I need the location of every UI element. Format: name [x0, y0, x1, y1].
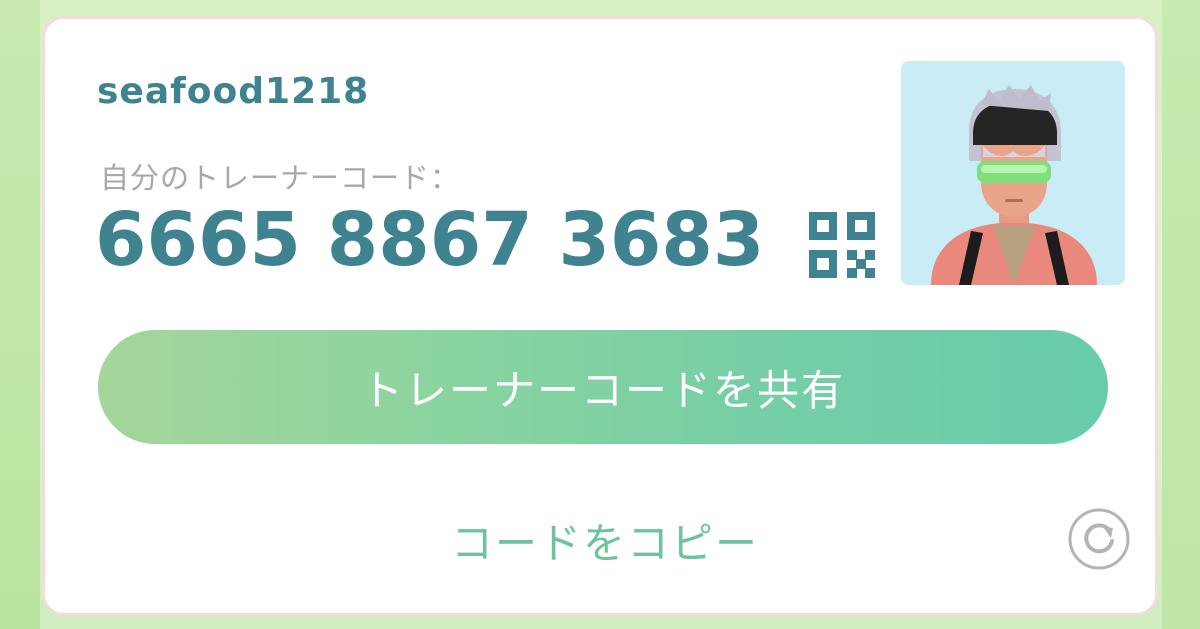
- qr-code-icon: [809, 212, 875, 278]
- trainer-code-value: 6665 8867 3683: [95, 197, 765, 283]
- trainer-avatar: [901, 61, 1125, 285]
- trainer-code-label: 自分のトレーナーコード：: [100, 161, 461, 195]
- background-left-strip: [0, 0, 40, 629]
- trainer-username: seafood1218: [97, 71, 370, 112]
- refresh-icon: [1068, 508, 1130, 570]
- copy-code-button[interactable]: コードをコピー: [385, 505, 825, 575]
- refresh-button[interactable]: [1067, 507, 1131, 571]
- share-trainer-code-button[interactable]: トレーナーコードを共有: [98, 330, 1108, 444]
- qr-code-button[interactable]: [809, 212, 875, 278]
- trainer-code-card: seafood1218 自分のトレーナーコード： 6665 8867 3683: [42, 16, 1158, 616]
- background-right-strip: [1162, 0, 1200, 629]
- trainer-avatar-image: [901, 61, 1125, 285]
